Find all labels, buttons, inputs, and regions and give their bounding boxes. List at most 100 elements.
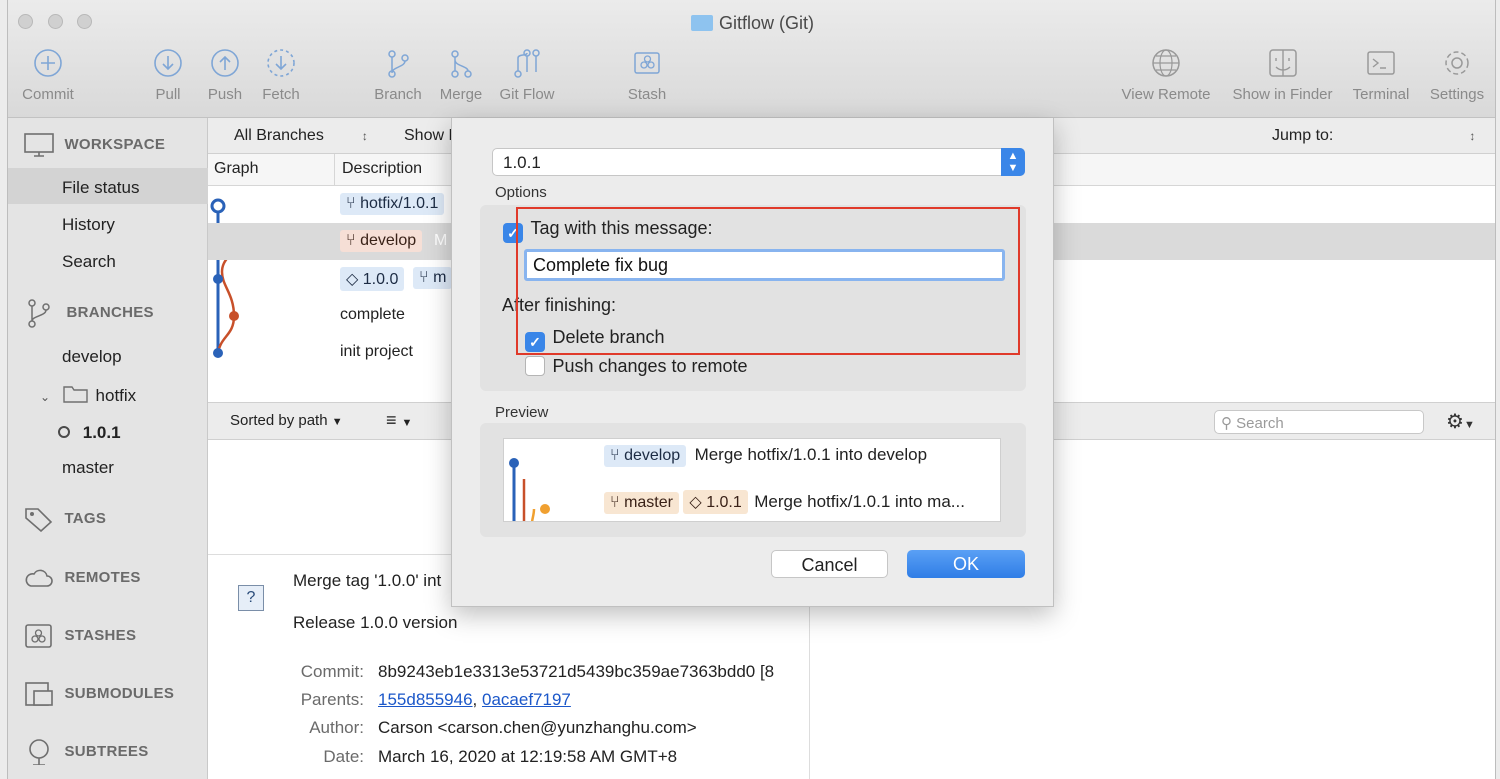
current-branch-icon — [58, 426, 70, 438]
date-value: March 16, 2020 at 12:19:58 AM GMT+8 — [378, 747, 678, 766]
parent-link[interactable]: 0acaef7197 — [482, 690, 571, 709]
description-column-header[interactable]: Description — [342, 160, 422, 178]
graph-column-header[interactable]: Graph — [214, 160, 258, 178]
preview-row: ⑂ develop Merge hotfix/1.0.1 into develo… — [604, 445, 927, 467]
workspace-header[interactable]: WORKSPACE — [24, 132, 165, 158]
ok-button[interactable]: OK — [907, 550, 1025, 578]
updown-chevron-icon: ▲ ▼ — [1001, 148, 1025, 176]
tree-icon — [29, 739, 49, 766]
annotation-highlight-box — [516, 207, 1020, 355]
branch-filter-select[interactable]: All Branches ↕ — [234, 127, 368, 145]
tag-icon — [25, 508, 53, 533]
commit-label: Commit: — [300, 662, 364, 681]
preview-row: ⑂ master ◇ 1.0.1 Merge hotfix/1.0.1 into… — [604, 490, 965, 514]
arrow-down-circle-icon — [154, 49, 182, 77]
terminal-icon — [1367, 51, 1395, 75]
settings-button[interactable]: Settings — [1417, 48, 1495, 103]
push-changes-checkbox[interactable]: Push changes to remote — [525, 356, 748, 377]
tag-label: ◇ 1.0.0 — [340, 267, 405, 291]
git-flow-icon — [514, 49, 540, 78]
folder-icon — [690, 15, 713, 31]
arrow-up-circle-icon — [211, 49, 239, 77]
branch-icon — [28, 299, 50, 328]
preview-graph-lines — [509, 458, 550, 521]
branch-icon: ⑂ — [346, 195, 356, 212]
commit-body: Release 1.0.0 version — [293, 613, 458, 632]
parents-label: Parents: — [300, 690, 364, 709]
gear-icon — [1445, 51, 1469, 75]
commit-hash: 8b9243eb1e3313e53721d5439bc359ae7363bdd0… — [378, 662, 775, 681]
jump-to-select[interactable]: Jump to: ↕ — [1272, 127, 1475, 145]
list-view-menu[interactable]: ≡ ▼ — [386, 410, 412, 431]
branch-tag: ⑂ hotfix/1.0.1 — [340, 193, 445, 215]
globe-icon — [1152, 49, 1180, 77]
plus-circle-icon — [34, 49, 62, 77]
sidebar-item-search[interactable]: Search — [62, 252, 116, 272]
branch-tag: ⑂ develop — [604, 445, 687, 467]
sort-select[interactable]: Sorted by path ▼ — [230, 412, 343, 429]
sidebar: WORKSPACE File status History Search BRA… — [8, 118, 208, 779]
branch-icon: ⑂ — [610, 494, 620, 511]
gear-menu-button[interactable]: ⚙▼ — [1446, 409, 1475, 434]
cancel-button[interactable]: Cancel — [771, 550, 888, 578]
options-label: Options — [495, 184, 547, 201]
tag-label: ◇ 1.0.1 — [683, 490, 748, 514]
preview-graph: ⑂ develop Merge hotfix/1.0.1 into develo… — [503, 438, 1001, 522]
commit-subject: Merge tag '1.0.0' int — [293, 571, 442, 590]
preview-label: Preview — [495, 404, 549, 421]
chevron-down-icon: ▼ — [331, 416, 343, 428]
tag-icon: ◇ — [346, 271, 359, 288]
chevron-down-icon: ▼ — [1463, 419, 1475, 431]
tag-icon: ◇ — [689, 494, 702, 511]
sidebar-item-file-status[interactable]: File status — [62, 178, 139, 198]
remotes-header[interactable]: REMOTES — [24, 565, 141, 591]
fetch-button[interactable]: Fetch — [241, 48, 321, 103]
search-input[interactable]: ⚲ Search — [1214, 410, 1424, 434]
search-icon: ⚲ — [1221, 415, 1232, 432]
commit-message: complete — [340, 306, 405, 323]
chevron-down-icon: ▼ — [401, 417, 413, 429]
version-select[interactable]: 1.0.1 ▲ ▼ — [492, 148, 1025, 176]
unchecked-box-icon — [525, 356, 545, 376]
branches-header[interactable]: BRANCHES — [26, 298, 154, 328]
stash-button[interactable]: Stash — [607, 48, 687, 103]
cloud-icon — [25, 569, 53, 587]
branch-icon: ⑂ — [419, 269, 429, 286]
branch-icon — [388, 50, 409, 78]
branch-tag: ⑂ master — [604, 492, 679, 514]
date-label: Date: — [323, 747, 364, 766]
author-value: Carson <carson.chen@yunzhanghu.com> — [378, 718, 697, 737]
window-title: Gitflow (Git) — [8, 13, 1495, 34]
terminal-button[interactable]: Terminal — [1341, 48, 1421, 103]
stashes-header[interactable]: STASHES — [24, 623, 136, 649]
view-remote-button[interactable]: View Remote — [1116, 48, 1216, 103]
monitor-icon — [24, 133, 54, 157]
subtrees-header[interactable]: SUBTREES — [24, 739, 149, 766]
sidebar-item-history[interactable]: History — [62, 215, 115, 235]
updown-chevron-icon: ↕ — [1469, 129, 1476, 143]
show-in-finder-button[interactable]: Show in Finder — [1225, 48, 1340, 103]
gear-icon: ⚙ — [1446, 411, 1464, 433]
submodule-icon — [25, 682, 53, 706]
commit-button[interactable]: Commit — [8, 48, 88, 103]
folder-icon — [63, 386, 88, 403]
list-icon: ≡ — [386, 410, 397, 430]
branch-tag: ⑂ m — [413, 267, 453, 289]
branch-icon: ⑂ — [346, 232, 356, 249]
commit-message: M — [434, 232, 448, 249]
author-label: Author: — [309, 718, 364, 737]
chevron-down-icon[interactable]: ⌄ — [40, 390, 50, 404]
sidebar-item-current-branch[interactable]: 1.0.1 — [58, 423, 121, 443]
branch-tag: ⑂ develop — [340, 230, 423, 252]
preview-group: ⑂ develop Merge hotfix/1.0.1 into develo… — [480, 423, 1026, 537]
git-flow-button[interactable]: Git Flow — [487, 48, 567, 103]
branch-icon: ⑂ — [610, 447, 620, 464]
submodules-header[interactable]: SUBMODULES — [24, 681, 174, 707]
parent-link[interactable]: 155d855946 — [378, 690, 473, 709]
avatar: ? — [238, 585, 264, 611]
sidebar-item-hotfix-folder[interactable]: ⌄ hotfix — [40, 384, 136, 406]
finder-icon — [1268, 49, 1297, 77]
tags-header[interactable]: TAGS — [24, 506, 106, 533]
sidebar-item-develop[interactable]: develop — [62, 347, 122, 367]
sidebar-item-master[interactable]: master — [62, 458, 114, 478]
